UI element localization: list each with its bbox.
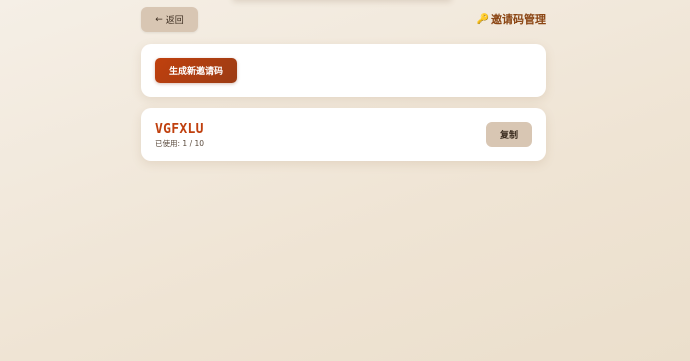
invite-code-card: VGFXLU 已使用: 1 / 10 复制	[141, 108, 546, 161]
back-button[interactable]: ← 返回	[141, 7, 198, 32]
generate-invite-code-button[interactable]: 生成新邀请码	[155, 58, 237, 83]
copy-button[interactable]: 复制	[486, 122, 532, 147]
arrow-left-icon: ←	[155, 14, 163, 25]
page-title: 🔑 邀请码管理	[477, 11, 546, 27]
header-bar: ← 返回 🔑 邀请码管理	[141, 7, 546, 32]
generate-card: 生成新邀请码	[141, 44, 546, 97]
invite-code-value: VGFXLU	[155, 122, 204, 137]
page-title-text: 邀请码管理	[491, 13, 546, 26]
invite-code-usage: 已使用: 1 / 10	[155, 139, 205, 148]
back-button-label: 返回	[165, 16, 184, 26]
key-icon: 🔑	[476, 13, 489, 25]
